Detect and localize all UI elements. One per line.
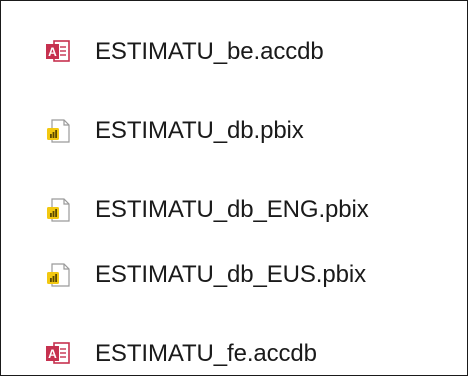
file-item-estimatu-be-accdb[interactable]: A ESTIMATU_be.accdb <box>45 32 324 72</box>
svg-text:A: A <box>48 45 57 59</box>
file-name: ESTIMATU_fe.accdb <box>95 340 317 367</box>
file-name: ESTIMATU_db_ENG.pbix <box>95 196 369 223</box>
file-name: ESTIMATU_be.accdb <box>95 38 324 65</box>
file-item-estimatu-db-pbix[interactable]: ESTIMATU_db.pbix <box>45 111 304 151</box>
access-file-icon: A <box>45 341 73 367</box>
powerbi-file-icon <box>45 197 73 223</box>
file-item-estimatu-db-eus-pbix[interactable]: ESTIMATU_db_EUS.pbix <box>45 255 366 295</box>
file-name: ESTIMATU_db.pbix <box>95 117 304 144</box>
file-item-estimatu-db-eng-pbix[interactable]: ESTIMATU_db_ENG.pbix <box>45 190 369 230</box>
file-list-panel: A ESTIMATU_be.accdb ESTIMATU_db.pbix EST… <box>0 0 468 376</box>
access-file-icon: A <box>45 39 73 65</box>
powerbi-file-icon <box>45 262 73 288</box>
file-item-estimatu-fe-accdb[interactable]: A ESTIMATU_fe.accdb <box>45 334 317 374</box>
svg-text:A: A <box>48 347 57 361</box>
file-list: A ESTIMATU_be.accdb ESTIMATU_db.pbix EST… <box>1 1 467 375</box>
powerbi-file-icon <box>45 118 73 144</box>
file-name: ESTIMATU_db_EUS.pbix <box>95 261 366 288</box>
